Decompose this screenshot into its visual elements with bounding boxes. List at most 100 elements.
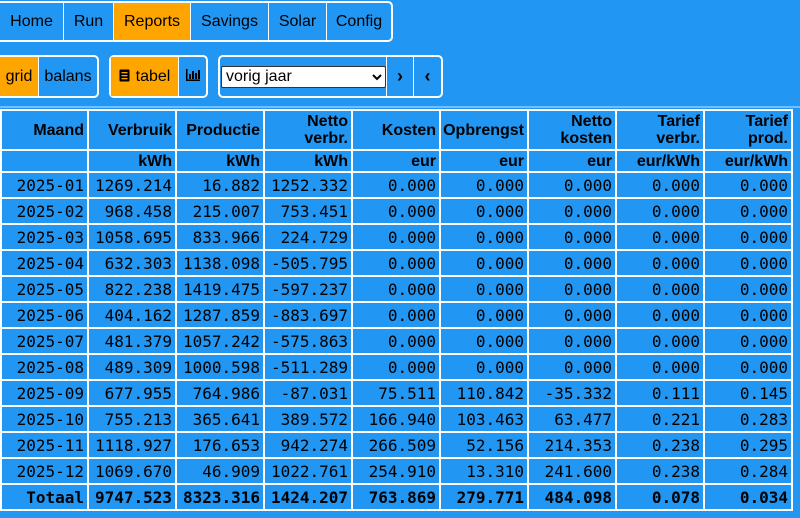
table-row: 2025-10 755.213 365.641 389.572 166.940 103.4… <box>0 405 793 433</box>
table-cell: 0.000 <box>351 223 441 251</box>
grid-button[interactable]: grid <box>0 57 39 96</box>
next-period-button[interactable]: › <box>387 57 414 96</box>
table-cell: 0.221 <box>615 405 705 433</box>
total-cell: 279.771 <box>439 483 529 511</box>
chevron-right-icon: › <box>397 66 403 86</box>
nav-solar[interactable]: Solar <box>269 3 327 40</box>
table-cell: 0.000 <box>527 249 617 277</box>
table-cell: -575.863 <box>263 327 353 355</box>
total-cell: 484.098 <box>527 483 617 511</box>
table-row: 2025-06 404.162 1287.859 -883.697 0.000 0.000… <box>0 301 793 329</box>
table-cell: -505.795 <box>263 249 353 277</box>
table-cell: 0.145 <box>703 379 793 407</box>
column-header: Tarief prod. <box>703 109 793 151</box>
table-cell: 0.000 <box>439 353 529 381</box>
column-header: Verbruik <box>87 109 177 151</box>
chart-button[interactable] <box>179 57 206 96</box>
table-row: 2025-05 822.238 1419.475 -597.237 0.000 0.000… <box>0 275 793 303</box>
table-cell: 0.000 <box>615 327 705 355</box>
table-cell: 0.000 <box>615 301 705 329</box>
mode-toggle-group: tabel <box>109 55 208 98</box>
table-cell: -35.332 <box>527 379 617 407</box>
nav-home[interactable]: Home <box>0 3 64 40</box>
table-cell: 0.000 <box>351 301 441 329</box>
table-cell: 0.000 <box>615 275 705 303</box>
balans-button[interactable]: balans <box>39 57 97 96</box>
column-header: Productie <box>175 109 265 151</box>
table-cell: 0.000 <box>439 249 529 277</box>
table-cell: 16.882 <box>175 171 265 199</box>
table-cell: 2025-11 <box>0 431 89 459</box>
table-cell: 0.000 <box>615 197 705 225</box>
table-cell: 0.000 <box>527 275 617 303</box>
table-cell: 52.156 <box>439 431 529 459</box>
unit-header: kWh <box>263 149 353 173</box>
main-nav: Home Run Reports Savings Solar Config <box>0 1 393 42</box>
table-cell: 2025-04 <box>0 249 89 277</box>
table-cell: 753.451 <box>263 197 353 225</box>
document-icon <box>119 69 130 82</box>
table-cell: 1419.475 <box>175 275 265 303</box>
table-row: 2025-09 677.955 764.986 -87.031 75.511 110.84… <box>0 379 793 407</box>
column-header: Maand <box>0 109 89 151</box>
table-cell: 254.910 <box>351 457 441 485</box>
divider <box>0 106 800 108</box>
column-header: Kosten <box>351 109 441 151</box>
table-cell: 0.284 <box>703 457 793 485</box>
table-cell: 0.238 <box>615 457 705 485</box>
table-cell: 833.966 <box>175 223 265 251</box>
table-cell: 2025-06 <box>0 301 89 329</box>
prev-period-button[interactable]: ‹ <box>414 57 441 96</box>
table-cell: 266.509 <box>351 431 441 459</box>
table-cell: -883.697 <box>263 301 353 329</box>
table-cell: 46.909 <box>175 457 265 485</box>
report-table: Maand Verbruik Productie Netto verbr. Kosten… <box>0 109 793 511</box>
table-row: 2025-03 1058.695 833.966 224.729 0.000 0.000 0… <box>0 223 793 251</box>
table-cell: 1269.214 <box>87 171 177 199</box>
table-cell: 1022.761 <box>263 457 353 485</box>
table-cell: 822.238 <box>87 275 177 303</box>
table-cell: 0.000 <box>351 327 441 355</box>
table-cell: 0.000 <box>439 171 529 199</box>
nav-config[interactable]: Config <box>327 3 391 40</box>
table-cell: 0.000 <box>703 249 793 277</box>
table-cell: 0.000 <box>351 353 441 381</box>
unit-header: eur/kWh <box>703 149 793 173</box>
view-toggle-group: grid balans <box>0 55 99 98</box>
table-cell: 0.000 <box>615 353 705 381</box>
table-cell: 0.000 <box>439 223 529 251</box>
table-row: 2025-11 1118.927 176.653 942.274 266.509 52.1… <box>0 431 793 459</box>
table-cell: 214.353 <box>527 431 617 459</box>
unit-header: eur/kWh <box>615 149 705 173</box>
column-header: Tarief verbr. <box>615 109 705 151</box>
total-cell: 9747.523 <box>87 483 177 511</box>
period-controls: vorig jaar › ‹ <box>218 55 443 98</box>
tabel-button[interactable]: tabel <box>111 57 179 96</box>
table-cell: 241.600 <box>527 457 617 485</box>
period-select[interactable]: vorig jaar <box>221 65 386 88</box>
table-cell: 0.000 <box>615 171 705 199</box>
table-cell: 0.111 <box>615 379 705 407</box>
table-row: 2025-08 489.309 1000.598 -511.289 0.000 0.000… <box>0 353 793 381</box>
table-cell: 2025-05 <box>0 275 89 303</box>
table-cell: 215.007 <box>175 197 265 225</box>
table-cell: 176.653 <box>175 431 265 459</box>
table-row: 2025-07 481.379 1057.242 -575.863 0.000 0.000… <box>0 327 793 355</box>
unit-header: eur <box>527 149 617 173</box>
table-cell: 0.000 <box>351 171 441 199</box>
table-cell: 0.000 <box>351 197 441 225</box>
table-cell: 2025-03 <box>0 223 89 251</box>
table-cell: 13.310 <box>439 457 529 485</box>
table-cell: 0.000 <box>703 197 793 225</box>
table-cell: 764.986 <box>175 379 265 407</box>
table-cell: 968.458 <box>87 197 177 225</box>
nav-savings[interactable]: Savings <box>191 3 269 40</box>
table-cell: 0.000 <box>703 301 793 329</box>
nav-run[interactable]: Run <box>64 3 114 40</box>
nav-reports[interactable]: Reports <box>114 3 191 40</box>
table-cell: 1057.242 <box>175 327 265 355</box>
table-cell: 1252.332 <box>263 171 353 199</box>
table-cell: 404.162 <box>87 301 177 329</box>
table-cell: 0.238 <box>615 431 705 459</box>
total-cell: 1424.207 <box>263 483 353 511</box>
